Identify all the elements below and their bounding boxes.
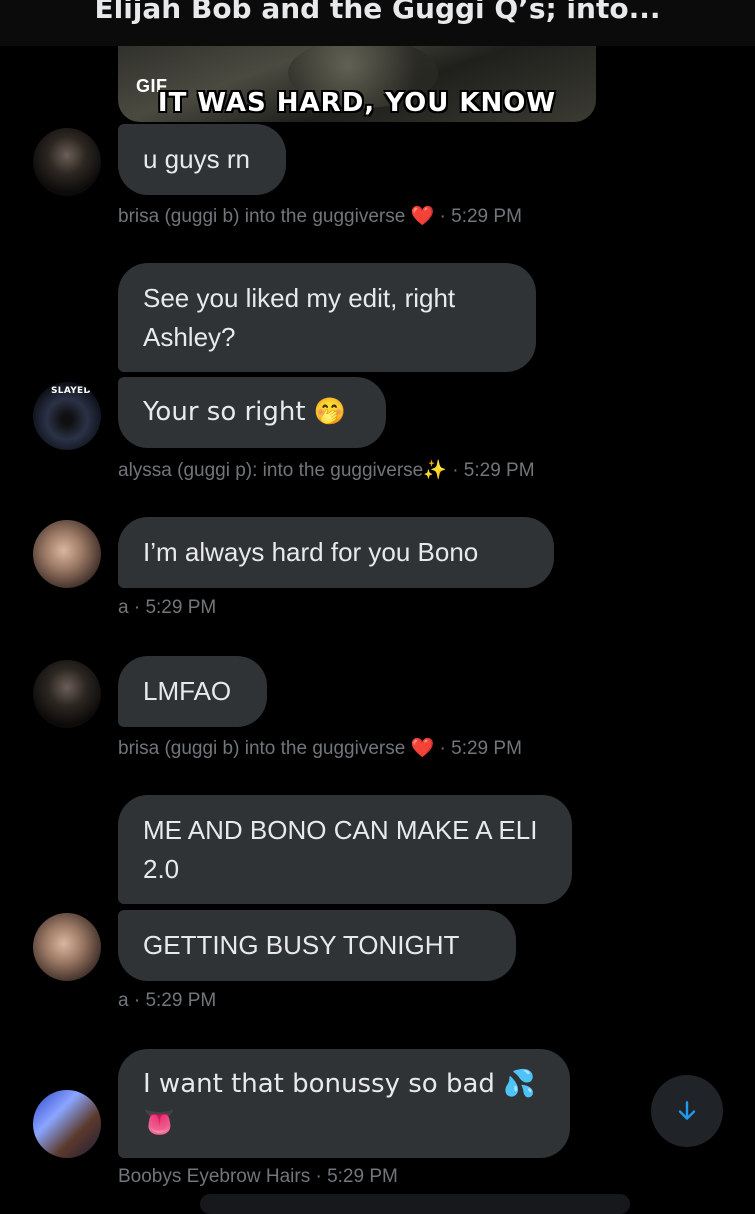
avatar-badge-text: SLAYED <box>51 386 92 396</box>
scroll-to-bottom-button[interactable] <box>651 1075 723 1147</box>
avatar-brisa[interactable] <box>33 660 101 728</box>
message-bubble[interactable]: ME AND BONO CAN MAKE A ELI 2.0 <box>118 795 572 904</box>
message-text: I want that bonussy so bad 💦 👅 <box>143 1068 536 1138</box>
avatar-a[interactable] <box>33 520 101 588</box>
message-bubble[interactable]: LMFAO <box>118 656 267 727</box>
message-text: GETTING BUSY TONIGHT <box>143 930 460 960</box>
arrow-down-icon <box>678 1101 696 1120</box>
conversation-header: Elijah Bob and the Guggi Q’s; into... <box>0 0 755 46</box>
message-meta: Boobys Eyebrow Hairs · 5:29 PM <box>118 1166 398 1188</box>
message-text: ME AND BONO CAN MAKE A ELI 2.0 <box>143 814 538 884</box>
avatar-boobys[interactable] <box>33 1090 101 1158</box>
message-time: · 5:29 PM <box>315 1166 398 1187</box>
message-bubble[interactable]: u guys rn <box>118 124 286 195</box>
conversation-title[interactable]: Elijah Bob and the Guggi Q’s; into... <box>0 0 755 25</box>
avatar-a[interactable] <box>33 913 101 981</box>
sender-name[interactable]: alyssa (guggi p): into the guggiverse✨ <box>118 460 447 481</box>
avatar-alyssa[interactable]: SLAYED <box>33 382 101 450</box>
message-bubble[interactable]: Your so right 🤭 <box>118 377 386 448</box>
message-text: LMFAO <box>143 676 232 706</box>
message-time: · 5:29 PM <box>133 990 217 1011</box>
message-text: u guys rn <box>143 144 250 174</box>
sender-name[interactable]: brisa (guggi b) into the guggiverse <box>118 738 405 759</box>
message-meta: alyssa (guggi p): into the guggiverse✨ ·… <box>118 458 535 482</box>
message-meta: brisa (guggi b) into the guggiverse ❤️ ·… <box>118 736 522 760</box>
message-time: · 5:29 PM <box>452 460 535 481</box>
message-meta: a · 5:29 PM <box>118 597 216 619</box>
gif-caption: IT WAS HARD, YOU KNOW <box>157 88 557 118</box>
message-composer-edge[interactable] <box>200 1194 630 1214</box>
message-meta: a · 5:29 PM <box>118 990 216 1012</box>
message-meta: brisa (guggi b) into the guggiverse ❤️ ·… <box>118 204 522 228</box>
sender-name[interactable]: a <box>118 990 129 1011</box>
message-time: · 5:29 PM <box>439 738 522 759</box>
heart-icon: ❤️ <box>410 738 435 759</box>
message-text: See you liked my edit, right Ashley? <box>143 282 456 352</box>
message-text: Your so right 🤭 <box>143 397 347 427</box>
message-bubble[interactable]: I’m always hard for you Bono <box>118 517 554 588</box>
message-time: · 5:29 PM <box>133 597 217 618</box>
sender-name[interactable]: a <box>118 597 129 618</box>
sender-name[interactable]: brisa (guggi b) into the guggiverse <box>118 206 405 227</box>
message-bubble[interactable]: I want that bonussy so bad 💦 👅 <box>118 1049 570 1158</box>
message-bubble[interactable]: GETTING BUSY TONIGHT <box>118 910 516 981</box>
heart-icon: ❤️ <box>410 206 435 227</box>
message-time: · 5:29 PM <box>439 206 522 227</box>
message-text: I’m always hard for you Bono <box>143 537 479 567</box>
sender-name[interactable]: Boobys Eyebrow Hairs <box>118 1166 310 1187</box>
avatar-brisa[interactable] <box>33 128 101 196</box>
message-bubble[interactable]: See you liked my edit, right Ashley? <box>118 263 536 372</box>
